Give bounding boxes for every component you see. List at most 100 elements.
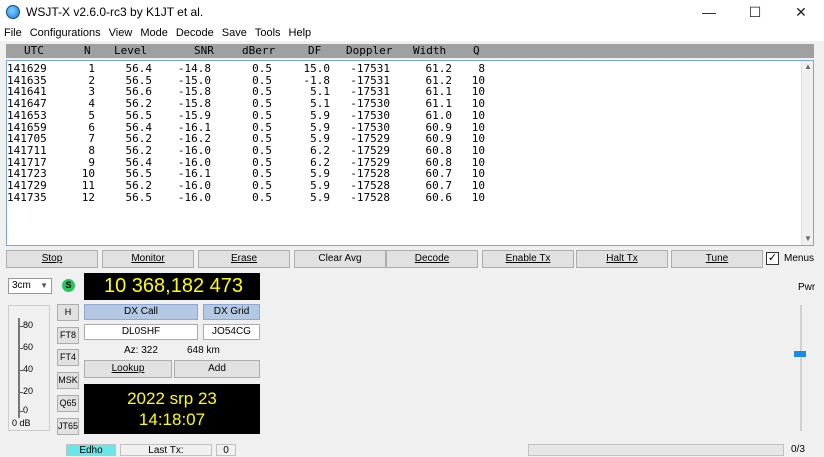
time-value: 14:18:07 [138, 410, 206, 429]
mode-button-h[interactable]: H [57, 304, 79, 321]
status-bar: Edho Last Tx: 0 0/3 [0, 443, 824, 457]
pwr-slider-handle[interactable] [794, 351, 806, 357]
cell-doppler: -17528 [350, 190, 390, 204]
col-header-doppler: Doppler [346, 44, 393, 57]
add-button[interactable]: Add [174, 360, 260, 378]
dx-grid-input[interactable]: JO54CG [203, 324, 260, 340]
monitor-button[interactable]: Monitor [102, 250, 194, 268]
pwr-slider-track[interactable] [800, 305, 802, 431]
cell-snr: -16.0 [177, 190, 211, 204]
cell-q: 10 [471, 190, 485, 204]
date-time-display: 2022 srp 23 14:18:07 [84, 384, 260, 434]
scroll-down-icon[interactable]: ▼ [802, 233, 814, 245]
azimuth-value: Az: 322 [124, 345, 158, 356]
cell-dberr: 0.5 [252, 190, 272, 204]
menu-save[interactable]: Save [218, 27, 251, 39]
col-header-snr: SNR [194, 44, 214, 57]
title-bar: WSJT-X v2.6.0-rc3 by K1JT et al. — ☐ ✕ [0, 0, 824, 24]
clear-avg-button[interactable]: Clear Avg [294, 250, 386, 268]
meter-tick-40: 40 [23, 364, 34, 374]
halt-tx-button-label: Halt Tx [606, 253, 638, 264]
dx-call-input[interactable]: DL0SHF [84, 324, 198, 340]
stop-button[interactable]: Stop [6, 250, 98, 268]
band-select[interactable]: 3cm ▼ [8, 278, 52, 294]
status-mode-label: Edho [66, 444, 116, 456]
decode-table-header: UTC N Level SNR dBerr DF Doppler Width Q [6, 44, 814, 58]
mode-button-ft8[interactable]: FT8 [57, 327, 79, 344]
chevron-down-icon: ▼ [40, 281, 48, 290]
distance-value: 648 km [187, 345, 220, 356]
erase-button[interactable]: Erase [198, 250, 290, 268]
clear-avg-button-label: Clear Avg [318, 253, 362, 264]
meter-tick-60: 60 [23, 342, 34, 352]
menu-view[interactable]: View [105, 27, 137, 39]
meter-unit-label: 0 dB [12, 418, 31, 428]
dx-call-header: DX Call [84, 304, 198, 320]
pwr-label: Pwr [798, 282, 816, 293]
add-button-label: Add [208, 363, 226, 374]
signal-meter: 80 60 40 20 0 0 dB [8, 305, 50, 431]
cell-snr: -15.9 [177, 108, 211, 122]
cell-doppler: -17530 [350, 108, 390, 122]
decode-button-label: Decode [414, 253, 450, 264]
status-progress-bar [528, 444, 784, 456]
status-counter: 0/3 [791, 444, 805, 455]
enable-tx-button[interactable]: Enable Tx [482, 250, 574, 268]
cell-utc: 141735 [7, 190, 47, 204]
table-row: 141653 5 56.5 -15.9 0.5 5.9 -17530 61.0 10 [7, 108, 707, 122]
menu-mode[interactable]: Mode [136, 27, 172, 39]
meter-tick-0: 0 [23, 405, 29, 415]
cell-dberr: 0.5 [252, 108, 272, 122]
wsjtx-app-icon [6, 5, 20, 19]
decode-text-area[interactable]: 141629 1 56.4 -14.8 0.5 15.0 -17531 61.2 8 141635… [6, 60, 814, 246]
date-value: 2022 srp 23 [127, 389, 217, 408]
enable-tx-button-label: Enable Tx [505, 253, 551, 264]
scroll-up-icon[interactable]: ▲ [802, 61, 814, 73]
cell-level: 56.5 [125, 108, 153, 122]
monitor-button-label: Monitor [131, 253, 165, 264]
cell-level: 56.5 [125, 190, 153, 204]
halt-tx-button[interactable]: Halt Tx [576, 250, 668, 268]
tune-button-label: Tune [705, 253, 729, 264]
frequency-display[interactable]: 10 368,182 473 [84, 273, 260, 300]
menu-help[interactable]: Help [285, 27, 316, 39]
stop-button-label: Stop [41, 253, 63, 264]
decode-scrollbar[interactable]: ▲ ▼ [801, 61, 813, 245]
mode-button-ft4[interactable]: FT4 [57, 349, 79, 366]
table-row: 141735 12 56.5 -16.0 0.5 5.9 -17528 60.6 10 [7, 190, 707, 204]
menu-decode[interactable]: Decode [172, 27, 218, 39]
window-controls: — ☐ ✕ [686, 0, 824, 24]
mode-button-q65[interactable]: Q65 [57, 395, 79, 412]
mode-button-msk[interactable]: MSK [57, 372, 79, 389]
maximize-icon[interactable]: ☐ [732, 0, 778, 24]
cell-n: 12 [81, 190, 95, 204]
status-indicator: S [62, 279, 75, 292]
dx-grid-header: DX Grid [203, 304, 260, 320]
meter-tick-20: 20 [23, 386, 34, 396]
col-header-level: Level [114, 44, 148, 57]
minimize-icon[interactable]: — [686, 0, 732, 24]
decode-button[interactable]: Decode [386, 250, 478, 268]
menu-configurations[interactable]: Configurations [26, 27, 105, 39]
lookup-button[interactable]: Lookup [84, 360, 172, 378]
status-last-tx-value: 0 [216, 444, 236, 456]
menu-file[interactable]: File [0, 27, 26, 39]
cell-utc: 141653 [7, 108, 47, 122]
cell-width: 60.6 [425, 190, 453, 204]
menus-checkbox[interactable]: ✓ [766, 252, 779, 265]
cell-df: 5.9 [310, 108, 330, 122]
menus-label: Menus [784, 253, 815, 264]
col-header-n: N [84, 44, 91, 57]
erase-button-label: Erase [230, 253, 258, 264]
cell-df: 5.9 [310, 190, 330, 204]
col-header-width: Width [413, 44, 447, 57]
cell-n: 5 [88, 108, 95, 122]
close-icon[interactable]: ✕ [778, 0, 824, 24]
meter-tick-80: 80 [23, 320, 34, 330]
menu-tools[interactable]: Tools [251, 27, 285, 39]
lookup-button-label: Lookup [111, 363, 145, 374]
tune-button[interactable]: Tune [671, 250, 763, 268]
mode-button-jt65[interactable]: JT65 [57, 418, 79, 435]
cell-q: 10 [471, 108, 485, 122]
window-title: WSJT-X v2.6.0-rc3 by K1JT et al. [26, 5, 204, 19]
